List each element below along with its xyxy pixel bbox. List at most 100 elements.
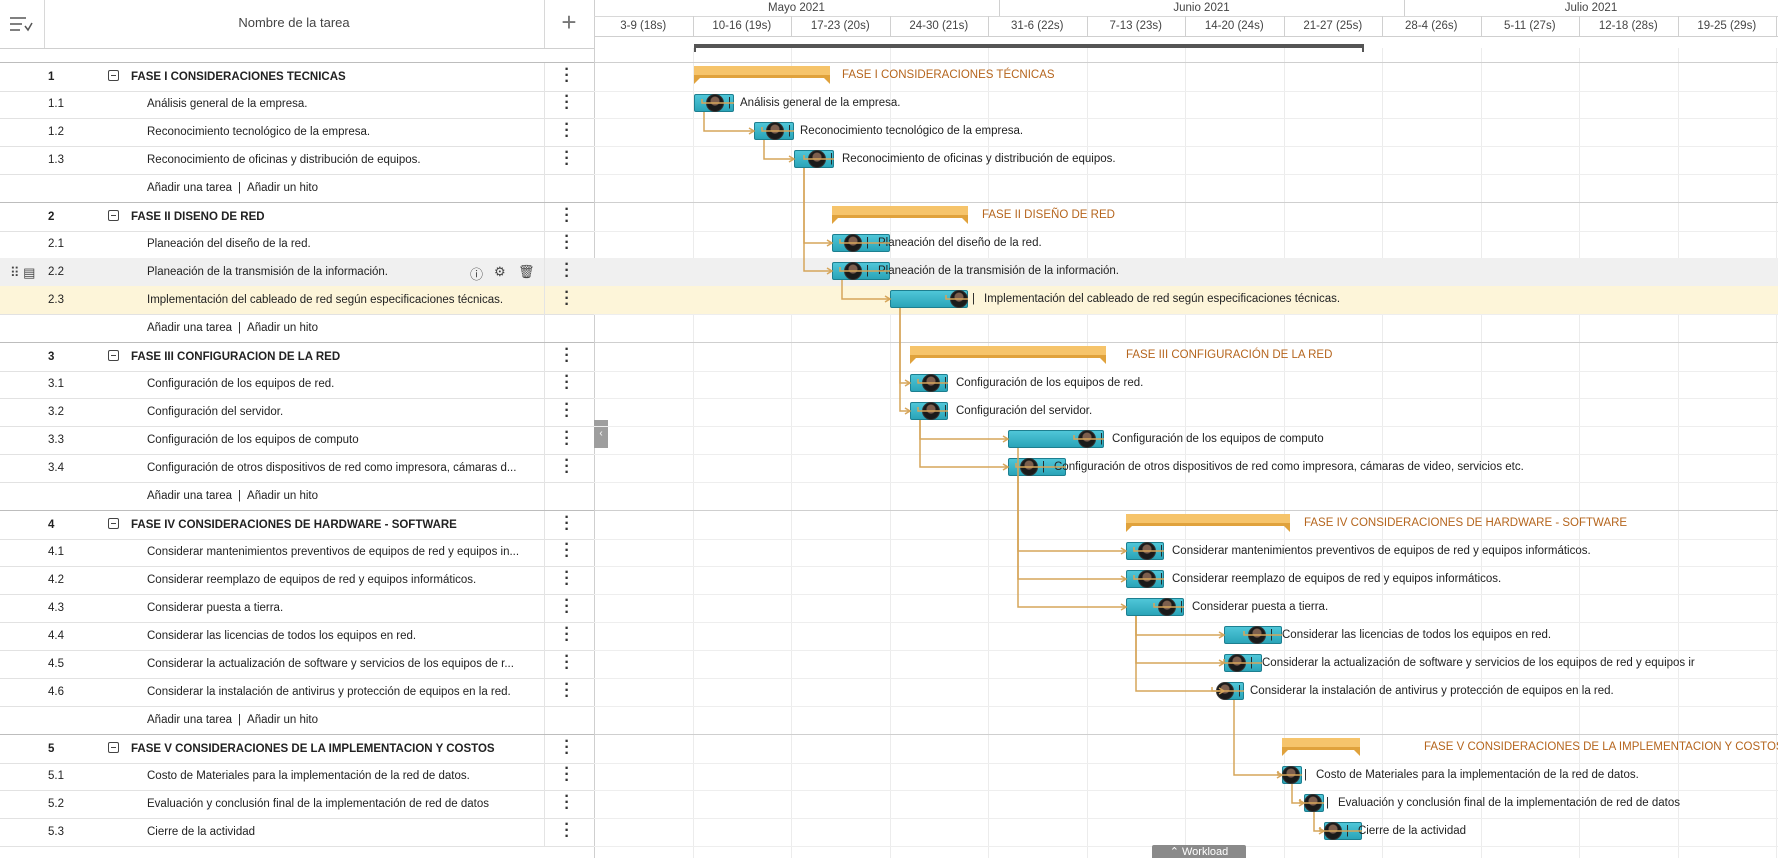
gear-icon[interactable]: ⚙ [494,264,506,280]
drag-handle-icon[interactable]: ⠿ ▤ [10,265,35,281]
task-name[interactable]: Considerar mantenimientos preventivos de… [147,546,527,558]
more-options-icon[interactable]: · · · [562,649,572,677]
collapse-icon[interactable] [108,70,119,81]
add-task-row[interactable]: Añadir una tarea | Añadir un hito [0,482,594,511]
phase-row[interactable]: 3 FASE III CONFIGURACIÓN DE LA RED · · · [0,342,594,372]
more-options-icon[interactable]: · · · [562,453,572,481]
add-task-link[interactable]: Añadir una tarea [147,714,232,726]
add-milestone-link[interactable]: Añadir un hito [247,714,318,726]
task-row[interactable]: 1.2 Reconocimiento tecnológico de la empr… [0,117,594,147]
task-name[interactable]: Configuración del servidor. [147,406,527,418]
task-row[interactable]: 1.3 Reconocimiento de oficinas y distribu… [0,145,594,175]
add-task-link[interactable]: Añadir una tarea [147,322,232,334]
more-options-icon[interactable]: · · · [562,369,572,397]
task-name[interactable]: Evaluación y conclusión final de la impl… [147,798,527,810]
task-row[interactable]: 4.6 Considerar la instalación de antiviru… [0,677,594,707]
add-task-link[interactable]: Añadir una tarea [147,182,232,194]
task-row[interactable]: ⠿ ▤ 2.2 Planeación de la transmisión de la… [0,257,594,287]
task-name[interactable]: Configuración de los equipos de red. [147,378,527,390]
more-options-icon[interactable]: · · · [562,62,572,90]
more-options-icon[interactable]: · · · [562,202,572,230]
collapse-icon[interactable] [108,350,119,361]
task-name[interactable]: Análisis general de la empresa. [147,98,527,110]
task-name[interactable]: Planeación de la transmisión de la infor… [147,266,467,278]
task-row[interactable]: 3.2 Configuración del servidor. · · · [0,397,594,427]
task-row[interactable]: 5.3 Cierre de la actividad · · · [0,817,594,847]
more-options-icon[interactable]: · · · [562,397,572,425]
dependency-link [917,407,948,412]
task-name[interactable]: Considerar la instalación de antivirus y… [147,686,527,698]
more-options-icon[interactable]: · · · [562,285,572,313]
task-row[interactable]: 3.1 Configuración de los equipos de red. ·… [0,369,594,399]
more-options-icon[interactable]: · · · [562,342,572,370]
more-options-icon[interactable]: · · · [562,425,572,453]
phase-name[interactable]: FASE IV CONSIDERACIONES DE HARDWARE - SO… [131,519,511,531]
more-options-icon[interactable]: · · · [562,817,572,845]
more-options-icon[interactable]: · · · [562,145,572,173]
task-row[interactable]: 4.1 Considerar mantenimientos preventivos… [0,537,594,567]
task-name[interactable]: Configuración de otros dispositivos de r… [147,462,527,474]
collapse-icon[interactable] [108,742,119,753]
task-name[interactable]: Costo de Materiales para la implementaci… [147,770,527,782]
task-row[interactable]: 4.2 Considerar reemplazo de equipos de re… [0,565,594,595]
more-options-icon[interactable]: · · · [562,761,572,789]
more-options-icon[interactable]: · · · [562,117,572,145]
more-options-icon[interactable]: · · · [562,89,572,117]
more-options-icon[interactable]: · · · [562,229,572,257]
task-row[interactable]: 1.1 Análisis general de la empresa. · · · [0,89,594,119]
phase-row[interactable]: 5 FASE V CONSIDERACIONES DE LA IMPLEMENTA… [0,734,594,764]
task-name[interactable]: Considerar puesta a tierra. [147,602,527,614]
more-options-icon[interactable]: · · · [562,789,572,817]
task-name[interactable]: Considerar la actualización de software … [147,658,527,670]
info-icon[interactable]: ⓘ [470,264,483,283]
task-row[interactable]: 4.5 Considerar la actualización de softwa… [0,649,594,679]
phase-name[interactable]: FASE II DISEÑO DE RED [131,211,511,223]
task-row[interactable]: 2.3 Implementación del cableado de red se… [0,285,594,315]
add-milestone-link[interactable]: Añadir un hito [247,490,318,502]
task-name[interactable]: Cierre de la actividad [147,826,527,838]
more-options-icon[interactable]: · · · [562,734,572,762]
phase-row[interactable]: 4 FASE IV CONSIDERACIONES DE HARDWARE - S… [0,510,594,540]
task-row[interactable]: 5.1 Costo de Materiales para la implement… [0,761,594,791]
task-name[interactable]: Planeación del diseño de la red. [147,238,527,250]
list-menu-icon[interactable] [8,14,36,34]
phase-row[interactable]: 2 FASE II DISEÑO DE RED · · · [0,202,594,232]
add-task-row[interactable]: Añadir una tarea | Añadir un hito [0,174,594,203]
task-row[interactable]: 4.3 Considerar puesta a tierra. · · · [0,593,594,623]
task-name[interactable]: Reconocimiento de oficinas y distribució… [147,154,527,166]
task-row[interactable]: 2.1 Planeación del diseño de la red. · · · [0,229,594,259]
task-number: 1 [48,71,55,83]
task-row[interactable]: 3.4 Configuración de otros dispositivos d… [0,453,594,483]
add-milestone-link[interactable]: Añadir un hito [247,182,318,194]
task-name[interactable]: Reconocimiento tecnológico de la empresa… [147,126,527,138]
more-options-icon[interactable]: · · · [562,537,572,565]
task-name[interactable]: Considerar las licencias de todos los eq… [147,630,527,642]
trash-icon[interactable]: 🗑 [518,264,535,280]
more-options-icon[interactable]: · · · [562,257,572,285]
column-divider [544,286,545,314]
plus-icon[interactable]: + [544,8,594,36]
more-options-icon[interactable]: · · · [562,565,572,593]
phase-row[interactable]: 1 FASE I CONSIDERACIONES TÉCNICAS · · · [0,62,594,92]
phase-name[interactable]: FASE V CONSIDERACIONES DE LA IMPLEMENTAC… [131,743,511,755]
workload-button[interactable]: ⌃ Workload [1152,845,1246,858]
task-row[interactable]: 5.2 Evaluación y conclusión final de la i… [0,789,594,819]
collapse-icon[interactable] [108,518,119,529]
add-task-row[interactable]: Añadir una tarea | Añadir un hito [0,706,594,735]
more-options-icon[interactable]: · · · [562,510,572,538]
more-options-icon[interactable]: · · · [562,593,572,621]
task-row[interactable]: 3.3 Configuración de los equipos de compu… [0,425,594,455]
phase-name[interactable]: FASE I CONSIDERACIONES TÉCNICAS [131,71,511,83]
collapse-icon[interactable] [108,210,119,221]
more-options-icon[interactable]: · · · [562,621,572,649]
task-name[interactable]: Configuración de los equipos de computo [147,434,527,446]
task-number: 2.3 [48,294,64,306]
more-options-icon[interactable]: · · · [562,677,572,705]
task-row[interactable]: 4.4 Considerar las licencias de todos los… [0,621,594,651]
add-milestone-link[interactable]: Añadir un hito [247,322,318,334]
phase-name[interactable]: FASE III CONFIGURACIÓN DE LA RED [131,351,511,363]
add-task-link[interactable]: Añadir una tarea [147,490,232,502]
task-name[interactable]: Considerar reemplazo de equipos de red y… [147,574,527,586]
add-task-row[interactable]: Añadir una tarea | Añadir un hito [0,314,594,343]
task-name[interactable]: Implementación del cableado de red según… [147,294,527,306]
